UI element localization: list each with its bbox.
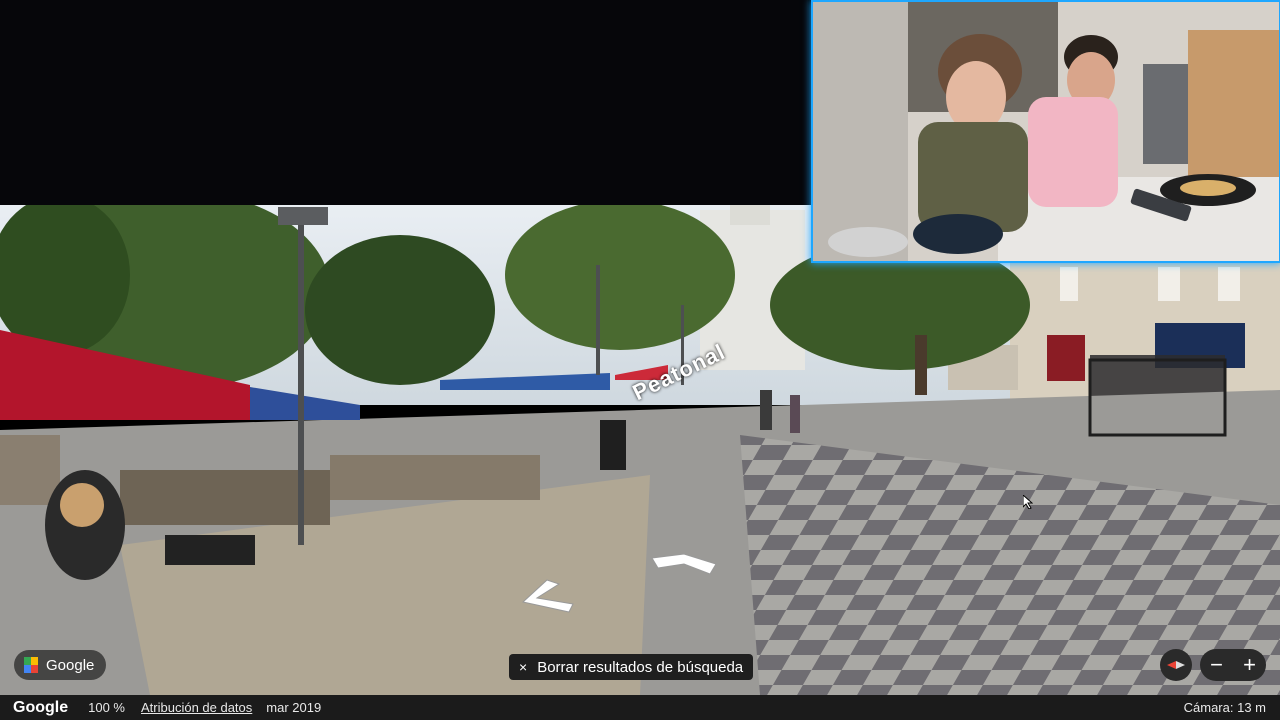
- close-icon: ×: [519, 659, 528, 675]
- camera-height: Cámara: 13 m: [1183, 700, 1266, 715]
- forward-arrow-icon[interactable]: [650, 552, 718, 576]
- street-view-panorama[interactable]: [0, 205, 1280, 695]
- clear-search-results-label: Borrar resultados de búsqueda: [537, 658, 744, 676]
- google-chip-label: Google: [46, 656, 95, 674]
- google-maps-icon: [24, 657, 38, 673]
- black-overlay: [0, 0, 808, 205]
- google-logo: Google: [13, 698, 69, 716]
- zoom-out-button[interactable]: −: [1210, 649, 1223, 681]
- zoom-controls: − +: [1200, 649, 1266, 681]
- compass-icon: [1167, 661, 1185, 669]
- webcam-overlay: [811, 0, 1280, 263]
- street-scene: [0, 205, 1280, 695]
- back-arrow-icon[interactable]: [519, 578, 575, 614]
- clear-search-results-button[interactable]: × Borrar resultados de búsqueda: [509, 654, 754, 680]
- compass-button[interactable]: [1160, 649, 1192, 681]
- webcam-scene: [813, 2, 1279, 261]
- zoom-in-button[interactable]: +: [1243, 649, 1256, 681]
- google-chip-button[interactable]: Google: [14, 650, 107, 680]
- mouse-cursor-icon: [1023, 495, 1033, 509]
- footer-bar: Google 100 % Atribución de datos mar 201…: [0, 695, 1280, 720]
- zoom-level: 100 %: [88, 700, 125, 715]
- imagery-date: mar 2019: [266, 700, 322, 715]
- data-attribution-link[interactable]: Atribución de datos: [141, 700, 252, 715]
